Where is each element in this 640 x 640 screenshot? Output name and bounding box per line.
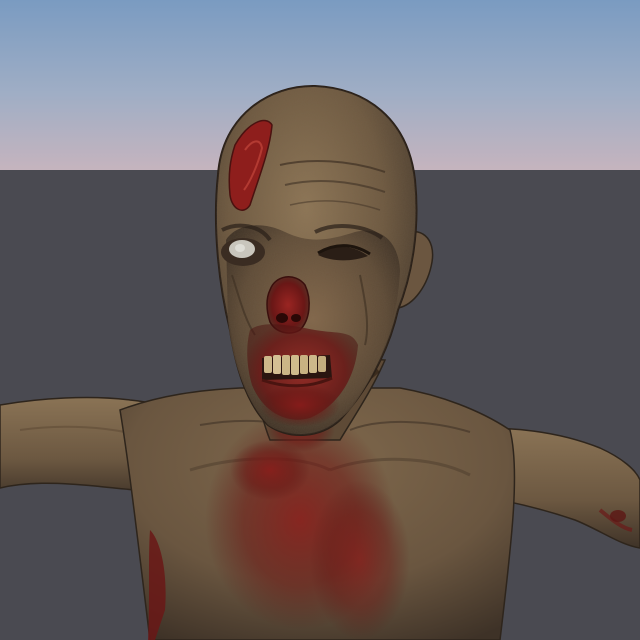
game-viewport[interactable] [0, 0, 640, 640]
3d-scene [0, 0, 640, 640]
left-eye [221, 238, 265, 266]
